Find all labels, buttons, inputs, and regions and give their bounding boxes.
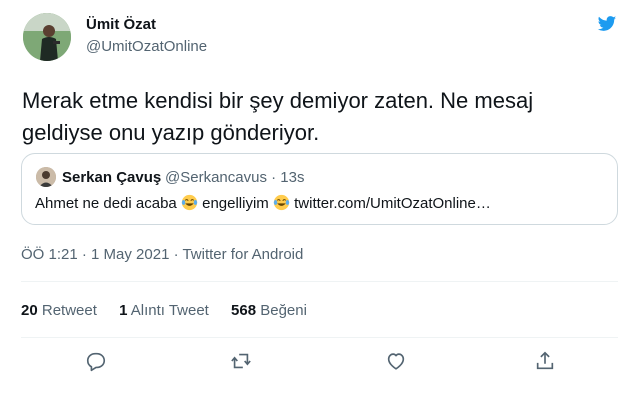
retweet-button[interactable] — [224, 344, 258, 378]
tweet-stats: 20 Retweet 1 Alıntı Tweet 568 Beğeni — [21, 302, 325, 319]
quote-text-part2: engelliyim — [197, 195, 273, 212]
like-button[interactable] — [379, 344, 413, 378]
quote-author-name[interactable]: Serkan Çavuş — [62, 169, 161, 186]
quote-author-avatar[interactable] — [36, 167, 56, 187]
face-with-tears-of-joy-icon — [181, 194, 198, 211]
quoted-tweet[interactable]: Serkan Çavuş @Serkancavus · 13s Ahmet ne… — [21, 153, 618, 225]
quote-avatar-image — [36, 167, 56, 187]
quote-author-handle[interactable]: @Serkancavus · 13s — [165, 169, 304, 186]
likes-stat[interactable]: 568 Beğeni — [231, 302, 307, 319]
divider — [21, 281, 618, 282]
retweet-icon — [231, 353, 251, 369]
retweets-count: 20 — [21, 302, 38, 319]
face-with-tears-of-joy-icon — [273, 194, 290, 211]
author-handle[interactable]: @UmitOzatOnline — [86, 38, 207, 55]
quote-text: Ahmet ne dedi acaba engelliyim twitter.c… — [35, 194, 491, 212]
reply-button[interactable] — [79, 344, 113, 378]
tweet-text: Merak etme kendisi bir şey demiyor zaten… — [22, 88, 534, 145]
retweets-stat[interactable]: 20 Retweet — [21, 302, 97, 319]
divider — [21, 337, 618, 338]
tweet-timestamp[interactable]: ÖÖ 1:21 · 1 May 2021 · Twitter for Andro… — [21, 246, 303, 263]
retweets-label: Retweet — [37, 302, 97, 319]
author-avatar[interactable] — [23, 13, 71, 61]
share-icon — [536, 351, 554, 370]
quote-tweets-stat[interactable]: 1 Alıntı Tweet — [119, 302, 209, 319]
likes-label: Beğeni — [256, 302, 307, 319]
author-name[interactable]: Ümit Özat — [86, 16, 156, 33]
share-button[interactable] — [528, 344, 562, 378]
avatar-image — [23, 13, 71, 61]
reply-icon — [86, 352, 106, 372]
likes-count: 568 — [231, 302, 257, 319]
quote-text-part1: Ahmet ne dedi acaba — [35, 195, 181, 212]
quote-link[interactable]: twitter.com/UmitOzatOnline… — [290, 195, 491, 212]
quote-tweets-label: Alıntı Tweet — [127, 302, 209, 319]
twitter-bird-icon[interactable] — [596, 14, 622, 36]
heart-icon — [387, 353, 405, 370]
